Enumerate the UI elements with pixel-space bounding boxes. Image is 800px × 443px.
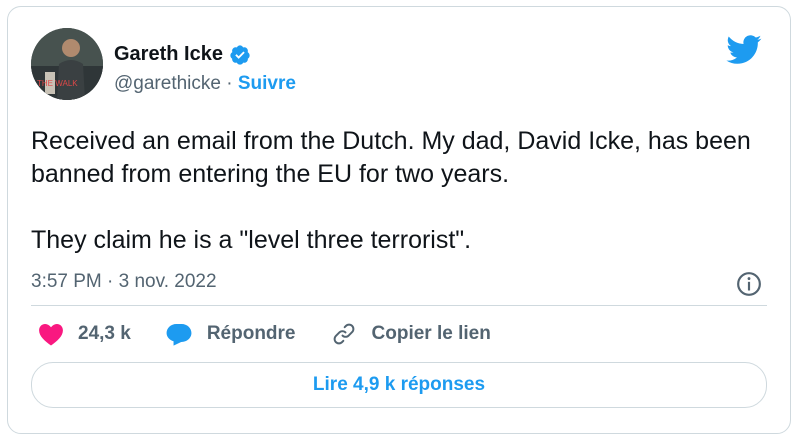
follow-button[interactable]: Suivre [238,73,296,94]
copy-link-label: Copier le lien [371,323,491,344]
author-name[interactable]: Gareth Icke [114,43,223,66]
tweet-timestamp[interactable]: 3:57 PM · 3 nov. 2022 [31,271,217,293]
like-count: 24,3 k [78,323,131,344]
tweet-card: THE WALK Gareth Icke @garethicke · Suivr… [7,6,791,434]
tweet-paragraph-1: Received an email from the Dutch. My dad… [31,127,751,188]
info-icon[interactable] [736,271,762,297]
twitter-bird-icon[interactable] [726,35,762,65]
avatar-text: THE WALK [37,79,78,88]
reply-bubble-icon [166,323,192,346]
heart-icon [39,324,63,346]
reply-button[interactable]: Répondre [165,322,296,346]
link-icon [333,323,354,345]
handle-row: @garethicke · Suivre [114,73,296,95]
avatar[interactable]: THE WALK [31,28,103,100]
author-handle[interactable]: @garethicke [114,73,221,94]
copy-link-button[interactable]: Copier le lien [330,321,491,347]
divider [31,305,767,306]
verified-badge-icon [230,44,250,65]
separator-dot: · [226,73,233,94]
reply-label: Répondre [206,323,296,344]
tweet-text: Received an email from the Dutch. My dad… [31,125,771,257]
tweet-paragraph-2: They claim he is a "level three terroris… [31,226,472,254]
like-button[interactable]: 24,3 k [38,322,131,346]
action-bar: 24,3 k Répondre Copier le lien [38,321,525,347]
read-replies-button[interactable]: Lire 4,9 k réponses [31,362,767,408]
